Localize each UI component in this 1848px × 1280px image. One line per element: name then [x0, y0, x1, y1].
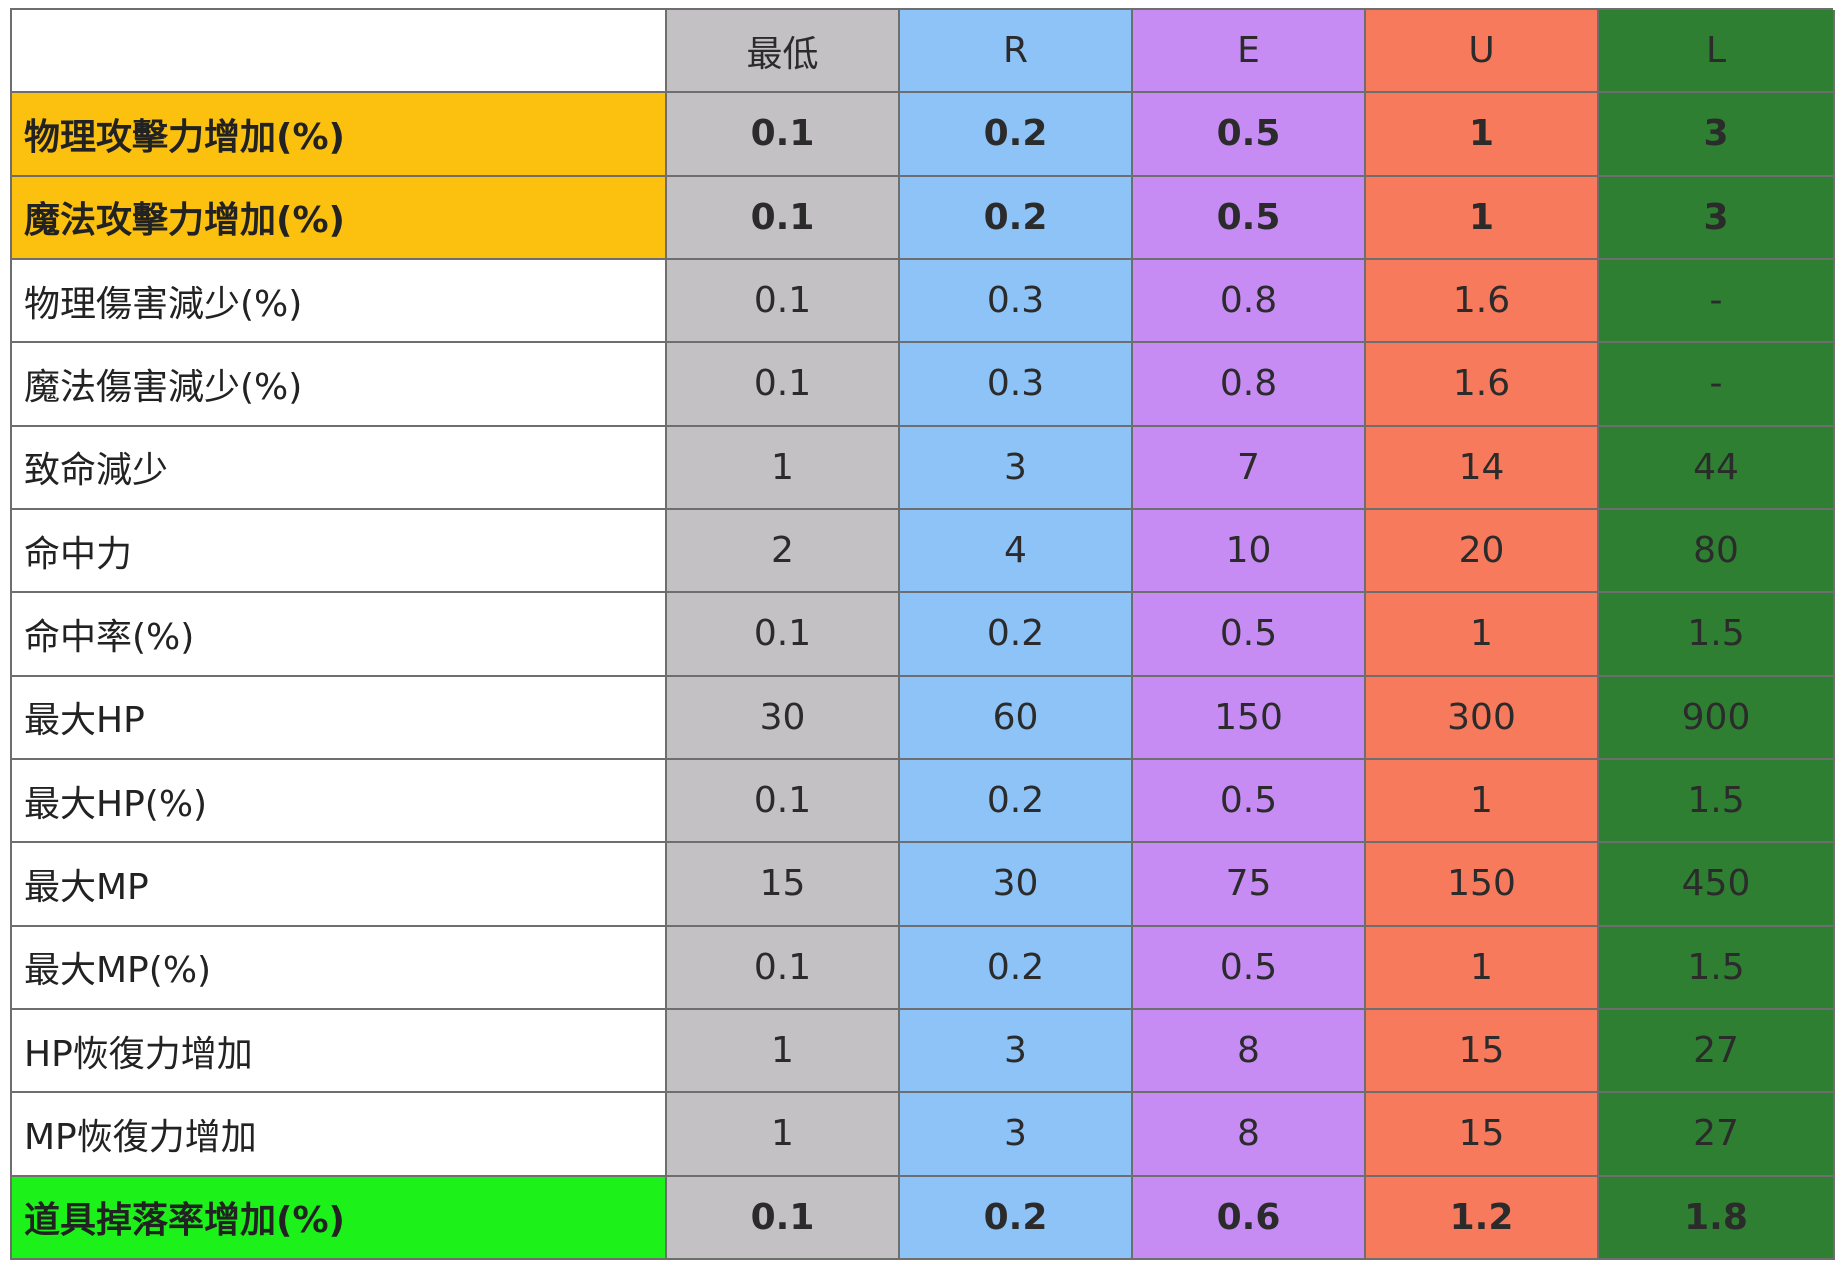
value-cell-l: 44 — [1599, 426, 1835, 510]
value-cell-u: 1 — [1366, 759, 1599, 844]
stat-table: 最低 R E U L 物理攻擊力增加(%) 0.1 0.2 0.5 1 3 魔法攻擊力增加(%) 0.1… — [10, 8, 1835, 1260]
value-cell-l: 1.5 — [1599, 926, 1835, 1010]
value-cell-u: 1 — [1366, 926, 1599, 1010]
value-cell-e: 0.8 — [1133, 259, 1366, 344]
value-cell-u: 1 — [1366, 176, 1599, 260]
value-cell-lowest: 0.1 — [667, 93, 900, 177]
value-cell-e: 150 — [1133, 676, 1366, 760]
value-cell-e: 7 — [1133, 426, 1366, 510]
column-header-l: L — [1599, 10, 1835, 94]
value-cell-r: 0.2 — [900, 593, 1133, 677]
value-cell-e: 0.5 — [1133, 93, 1366, 177]
row-label: 致命減少 — [12, 426, 667, 510]
value-cell-e: 0.6 — [1133, 1176, 1366, 1260]
value-cell-l: 3 — [1599, 93, 1835, 177]
value-cell-lowest: 15 — [667, 843, 900, 927]
value-cell-u: 300 — [1366, 676, 1599, 760]
value-cell-l: - — [1599, 259, 1835, 344]
row-label: 命中率(%) — [12, 593, 667, 677]
value-cell-e: 0.5 — [1133, 759, 1366, 844]
value-cell-e: 75 — [1133, 843, 1366, 927]
value-cell-lowest: 30 — [667, 676, 900, 760]
value-cell-e: 0.5 — [1133, 176, 1366, 260]
value-cell-l: 27 — [1599, 1093, 1835, 1177]
row-label: 魔法攻擊力增加(%) — [12, 176, 667, 260]
value-cell-r: 3 — [900, 1009, 1133, 1094]
value-cell-lowest: 1 — [667, 426, 900, 510]
value-cell-e: 0.5 — [1133, 593, 1366, 677]
value-cell-r: 0.2 — [900, 93, 1133, 177]
value-cell-u: 15 — [1366, 1093, 1599, 1177]
value-cell-e: 8 — [1133, 1093, 1366, 1177]
value-cell-r: 0.2 — [900, 759, 1133, 844]
value-cell-lowest: 0.1 — [667, 759, 900, 844]
value-cell-r: 30 — [900, 843, 1133, 927]
value-cell-l: 27 — [1599, 1009, 1835, 1094]
value-cell-u: 1.2 — [1366, 1176, 1599, 1260]
value-cell-lowest: 1 — [667, 1009, 900, 1094]
value-cell-e: 0.5 — [1133, 926, 1366, 1010]
value-cell-u: 1.6 — [1366, 259, 1599, 344]
value-cell-r: 60 — [900, 676, 1133, 760]
value-cell-r: 0.3 — [900, 259, 1133, 344]
value-cell-lowest: 2 — [667, 509, 900, 594]
row-label: 魔法傷害減少(%) — [12, 343, 667, 427]
value-cell-lowest: 0.1 — [667, 593, 900, 677]
row-label: MP恢復力增加 — [12, 1093, 667, 1177]
header-corner-cell — [12, 10, 667, 94]
value-cell-r: 4 — [900, 509, 1133, 594]
value-cell-lowest: 0.1 — [667, 1176, 900, 1260]
value-cell-e: 0.8 — [1133, 343, 1366, 427]
row-label: 道具掉落率增加(%) — [12, 1176, 667, 1260]
value-cell-lowest: 0.1 — [667, 926, 900, 1010]
row-label: HP恢復力增加 — [12, 1009, 667, 1094]
value-cell-l: 1.5 — [1599, 593, 1835, 677]
value-cell-u: 20 — [1366, 509, 1599, 594]
value-cell-l: 900 — [1599, 676, 1835, 760]
row-label: 最大HP — [12, 676, 667, 760]
row-label: 最大MP — [12, 843, 667, 927]
value-cell-lowest: 0.1 — [667, 176, 900, 260]
value-cell-r: 0.2 — [900, 926, 1133, 1010]
value-cell-r: 0.2 — [900, 1176, 1133, 1260]
value-cell-lowest: 1 — [667, 1093, 900, 1177]
value-cell-u: 1 — [1366, 593, 1599, 677]
value-cell-r: 0.3 — [900, 343, 1133, 427]
value-cell-u: 1.6 — [1366, 343, 1599, 427]
row-label: 最大HP(%) — [12, 759, 667, 844]
value-cell-r: 3 — [900, 426, 1133, 510]
row-label: 物理攻擊力增加(%) — [12, 93, 667, 177]
value-cell-l: 3 — [1599, 176, 1835, 260]
value-cell-l: 1.5 — [1599, 759, 1835, 844]
value-cell-u: 14 — [1366, 426, 1599, 510]
value-cell-l: 450 — [1599, 843, 1835, 927]
value-cell-l: 80 — [1599, 509, 1835, 594]
value-cell-r: 3 — [900, 1093, 1133, 1177]
column-header-u: U — [1366, 10, 1599, 94]
column-header-r: R — [900, 10, 1133, 94]
value-cell-u: 1 — [1366, 93, 1599, 177]
value-cell-e: 10 — [1133, 509, 1366, 594]
value-cell-u: 15 — [1366, 1009, 1599, 1094]
value-cell-e: 8 — [1133, 1009, 1366, 1094]
value-cell-lowest: 0.1 — [667, 259, 900, 344]
value-cell-u: 150 — [1366, 843, 1599, 927]
column-header-lowest: 最低 — [667, 10, 900, 94]
value-cell-l: 1.8 — [1599, 1176, 1835, 1260]
value-cell-r: 0.2 — [900, 176, 1133, 260]
column-header-e: E — [1133, 10, 1366, 94]
row-label: 命中力 — [12, 509, 667, 594]
value-cell-l: - — [1599, 343, 1835, 427]
row-label: 最大MP(%) — [12, 926, 667, 1010]
row-label: 物理傷害減少(%) — [12, 259, 667, 344]
value-cell-lowest: 0.1 — [667, 343, 900, 427]
